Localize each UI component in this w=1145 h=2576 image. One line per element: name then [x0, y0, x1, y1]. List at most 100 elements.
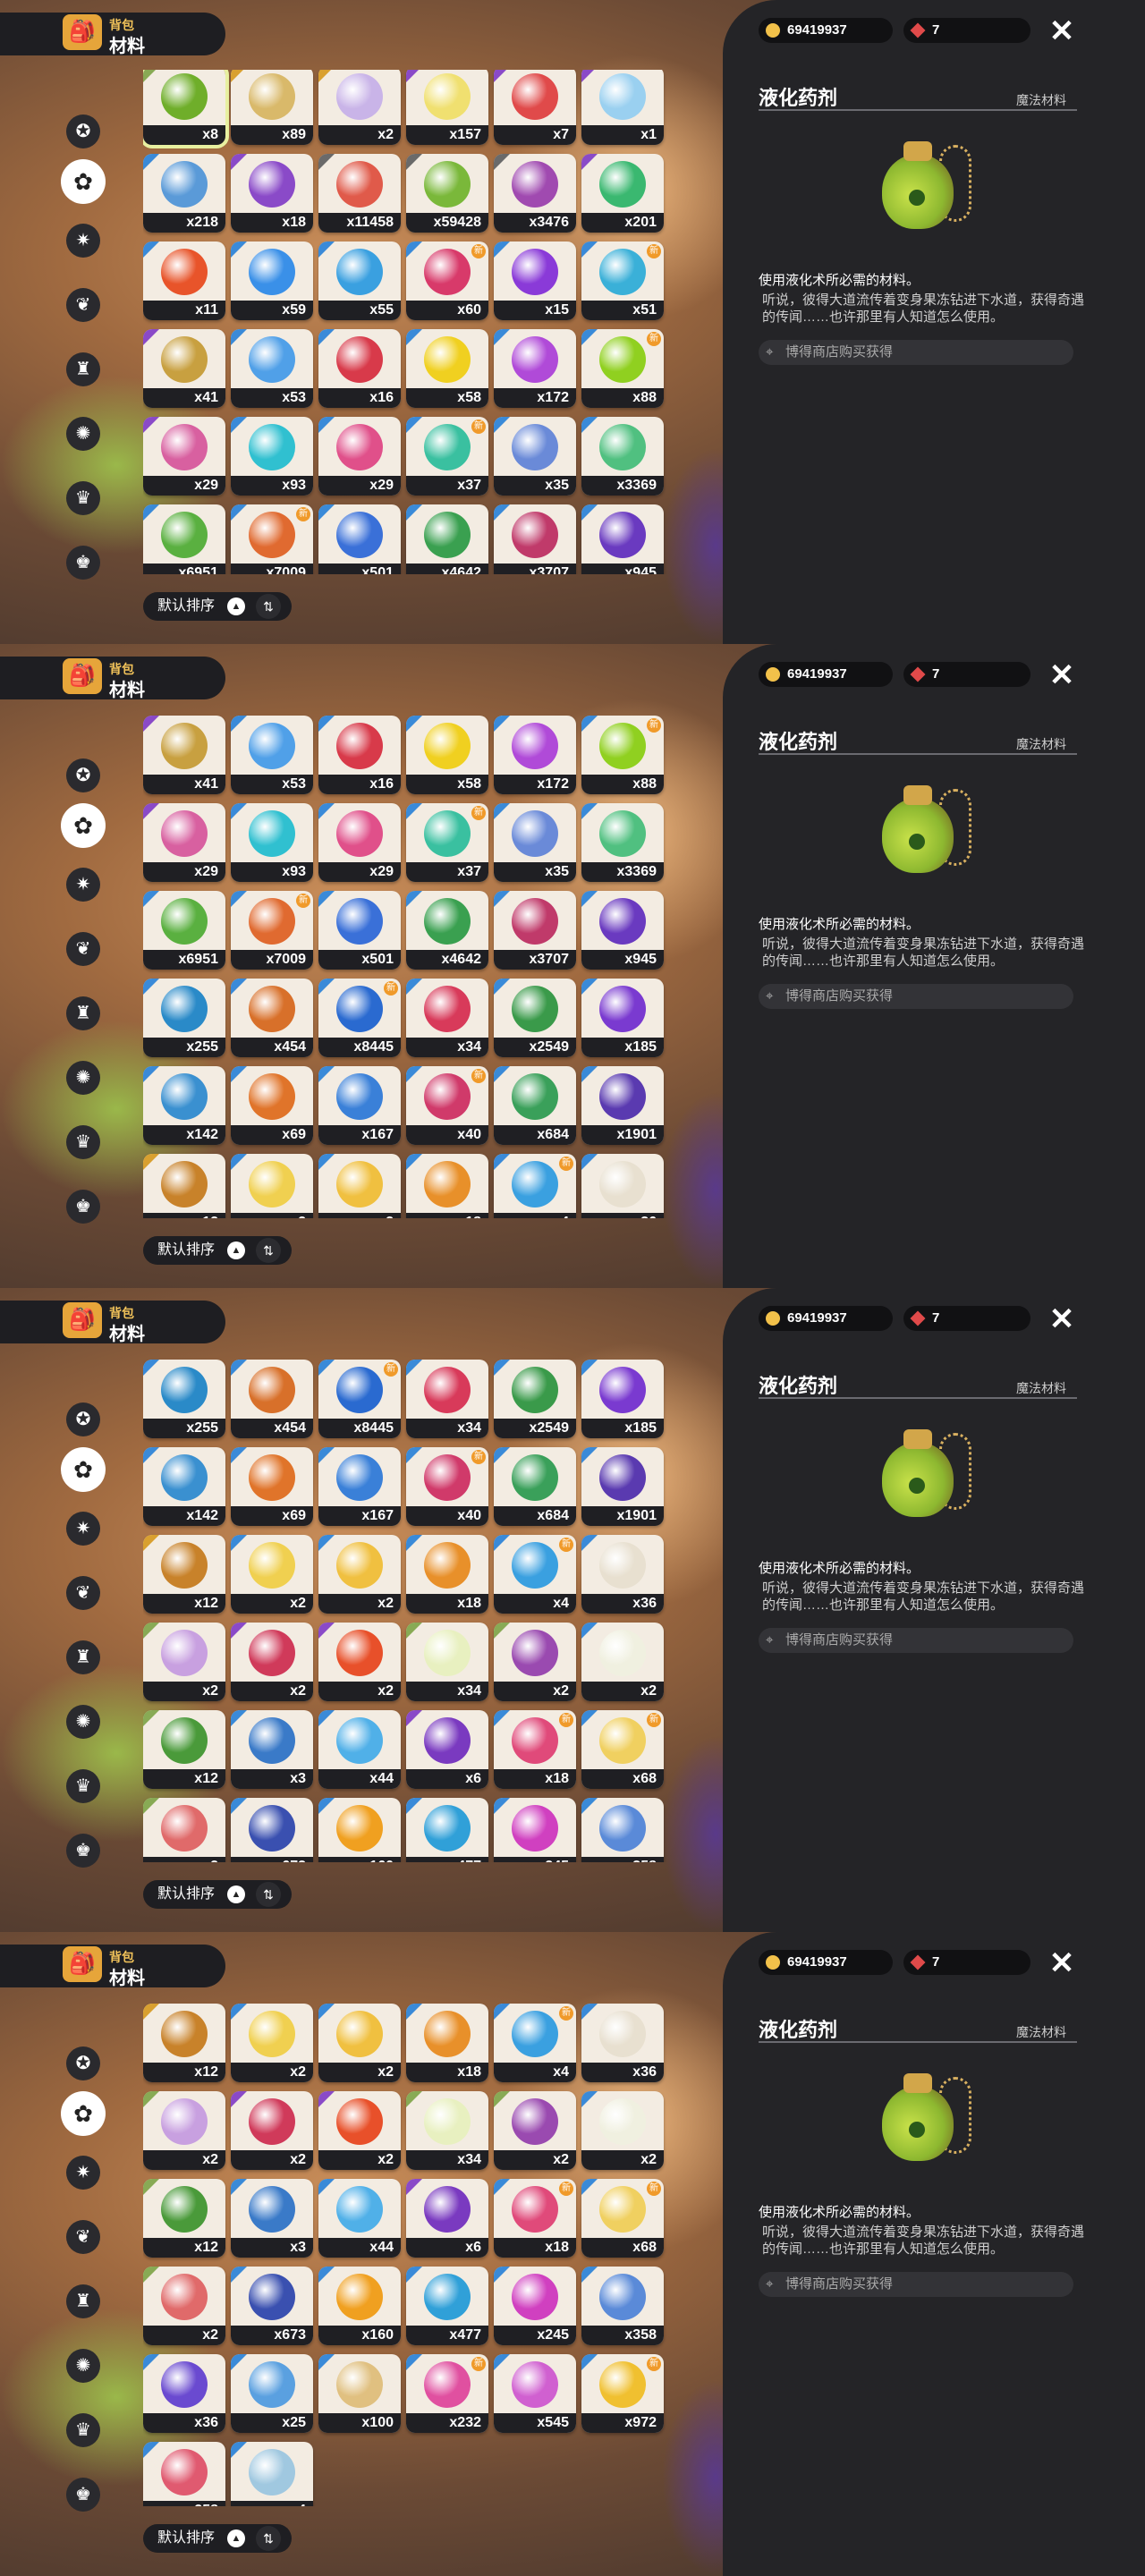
item-slot[interactable]: x53 [231, 716, 313, 794]
item-slot[interactable]: x4642 [406, 891, 488, 970]
item-slot[interactable]: x2 [318, 1535, 401, 1614]
item-slot[interactable]: x4 [231, 2442, 313, 2506]
item-slot[interactable]: x501 [318, 891, 401, 970]
category-tab-1[interactable]: ✪ [66, 114, 100, 148]
item-slot[interactable]: x4642 [406, 504, 488, 574]
category-tab-8[interactable]: ♚ [66, 546, 100, 580]
item-slot[interactable]: x34 [406, 1623, 488, 1701]
item-slot[interactable]: x11 [143, 242, 225, 320]
item-slot[interactable]: x53 [231, 329, 313, 408]
item-slot[interactable]: x945 [581, 891, 664, 970]
item-slot[interactable]: x167 [318, 1447, 401, 1526]
item-slot[interactable]: x12 [143, 1535, 225, 1614]
item-slot[interactable]: x89 [231, 70, 313, 145]
item-slot[interactable]: x41 [143, 716, 225, 794]
close-icon[interactable]: ✕ [1047, 16, 1077, 47]
item-slot[interactable]: x185 [581, 979, 664, 1057]
item-slot[interactable]: x68 新 [581, 2179, 664, 2258]
category-tab-6[interactable]: ✺ [66, 2349, 100, 2383]
item-slot[interactable]: x6 [406, 1710, 488, 1789]
category-tab-2[interactable]: ✿ [61, 159, 106, 204]
category-tab-1[interactable]: ✪ [66, 758, 100, 792]
item-slot[interactable]: x4 新 [494, 2004, 576, 2082]
item-slot[interactable]: x673 [231, 2267, 313, 2345]
category-tab-3[interactable]: ✷ [66, 1512, 100, 1546]
item-slot[interactable]: x142 [143, 1447, 225, 1526]
item-slot[interactable]: x12 [143, 1154, 225, 1218]
sort-ascending-icon[interactable]: ▲ [227, 2529, 245, 2547]
item-slot[interactable]: x3369 [581, 803, 664, 882]
item-slot[interactable]: x545 [494, 2354, 576, 2433]
item-slot[interactable]: x59428 [406, 154, 488, 233]
item-slot[interactable]: x36 [581, 1535, 664, 1614]
close-icon[interactable]: ✕ [1047, 1948, 1077, 1979]
close-icon[interactable]: ✕ [1047, 1304, 1077, 1335]
sort-toggle-icon[interactable]: ⇅ [256, 1238, 281, 1263]
item-slot[interactable]: x945 [581, 504, 664, 574]
item-slot[interactable]: x2 [318, 70, 401, 145]
item-slot[interactable]: x218 [143, 154, 225, 233]
sort-bar[interactable]: 默认排序 ▲ ⇅ [143, 592, 292, 621]
item-slot[interactable]: x245 [494, 2267, 576, 2345]
item-slot[interactable]: x68 新 [581, 1710, 664, 1789]
item-slot[interactable]: x40 新 [406, 1447, 488, 1526]
item-slot[interactable]: x69 [231, 1066, 313, 1145]
item-slot[interactable]: x7009 新 [231, 891, 313, 970]
item-slot[interactable]: x1 [581, 70, 664, 145]
item-slot[interactable]: x100 [318, 2354, 401, 2433]
item-slot[interactable]: x2 [318, 1154, 401, 1218]
category-tab-7[interactable]: ♛ [66, 1125, 100, 1159]
item-slot[interactable]: x41 [143, 329, 225, 408]
category-tab-7[interactable]: ♛ [66, 2413, 100, 2447]
item-slot[interactable]: x673 [231, 1798, 313, 1862]
item-slot[interactable]: x258 [143, 2442, 225, 2506]
item-slot[interactable]: x6951 [143, 504, 225, 574]
item-slot[interactable]: x7 [494, 70, 576, 145]
item-slot[interactable]: x93 [231, 417, 313, 496]
category-tab-7[interactable]: ♛ [66, 1769, 100, 1803]
sort-ascending-icon[interactable]: ▲ [227, 1885, 245, 1903]
item-slot[interactable]: x12 [143, 2004, 225, 2082]
item-slot[interactable]: x51 新 [581, 242, 664, 320]
item-slot[interactable]: x8 [143, 70, 229, 148]
item-slot[interactable]: x2 [143, 1798, 225, 1862]
category-tab-8[interactable]: ♚ [66, 1190, 100, 1224]
close-icon[interactable]: ✕ [1047, 660, 1077, 691]
item-slot[interactable]: x1901 [581, 1066, 664, 1145]
category-tab-6[interactable]: ✺ [66, 1061, 100, 1095]
item-slot[interactable]: x2 [143, 1623, 225, 1701]
item-slot[interactable]: x88 新 [581, 716, 664, 794]
category-tab-3[interactable]: ✷ [66, 868, 100, 902]
item-slot[interactable]: x29 [143, 417, 225, 496]
item-slot[interactable]: x172 [494, 716, 576, 794]
item-slot[interactable]: x2 [143, 2091, 225, 2170]
item-slot[interactable]: x34 [406, 2091, 488, 2170]
item-slot[interactable]: x160 [318, 1798, 401, 1862]
item-slot[interactable]: x477 [406, 2267, 488, 2345]
item-slot[interactable]: x245 [494, 1798, 576, 1862]
category-tab-1[interactable]: ✪ [66, 2046, 100, 2080]
item-slot[interactable]: x93 [231, 803, 313, 882]
item-slot[interactable]: x18 [406, 1535, 488, 1614]
category-tab-4[interactable]: ❦ [66, 2220, 100, 2254]
item-slot[interactable]: x3476 [494, 154, 576, 233]
category-tab-4[interactable]: ❦ [66, 932, 100, 966]
item-slot[interactable]: x34 [406, 1360, 488, 1438]
category-tab-1[interactable]: ✪ [66, 1402, 100, 1436]
item-slot[interactable]: x37 新 [406, 803, 488, 882]
category-tab-5[interactable]: ♜ [66, 2284, 100, 2318]
item-slot[interactable]: x2 [231, 1623, 313, 1701]
item-slot[interactable]: x58 [406, 329, 488, 408]
item-slot[interactable]: x3 [231, 2179, 313, 2258]
item-slot[interactable]: x55 [318, 242, 401, 320]
sort-ascending-icon[interactable]: ▲ [227, 597, 245, 615]
item-slot[interactable]: x7009 新 [231, 504, 313, 574]
category-tab-2[interactable]: ✿ [61, 2091, 106, 2136]
item-slot[interactable]: x2 [143, 2267, 225, 2345]
item-slot[interactable]: x60 新 [406, 242, 488, 320]
item-slot[interactable]: x18 [406, 1154, 488, 1218]
item-slot[interactable]: x18 新 [494, 1710, 576, 1789]
item-slot[interactable]: x2 [494, 2091, 576, 2170]
item-slot[interactable]: x4 新 [494, 1154, 576, 1218]
item-slot[interactable]: x160 [318, 2267, 401, 2345]
